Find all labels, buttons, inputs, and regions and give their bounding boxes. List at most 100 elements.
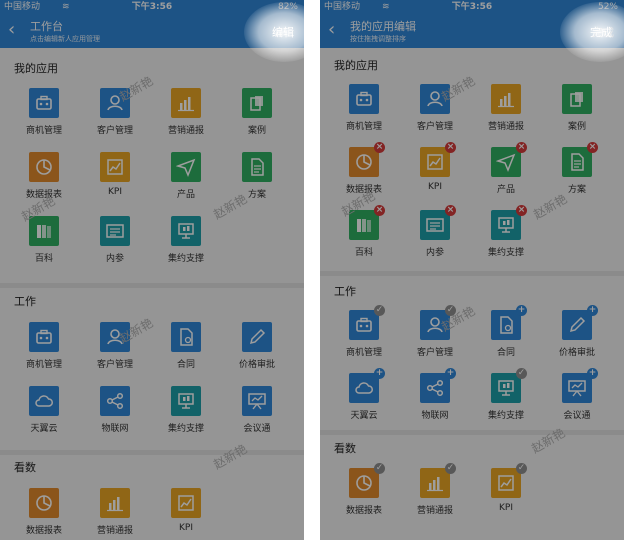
remove-badge-icon[interactable]: × [374,205,385,216]
page-subtitle: 点击编辑新人应用管理 [30,35,100,43]
edit-button-highlight[interactable]: 编辑 [272,24,294,40]
briefcase-icon [29,88,59,118]
section-title: 我的应用 [14,62,58,75]
added-check-icon: ✓ [374,463,385,474]
app-item[interactable]: 案例 [543,84,611,142]
app-item[interactable]: + 物联网 [401,368,469,431]
pen-icon [242,322,272,352]
watermark-text: 赵新艳 [211,441,250,472]
app-item[interactable]: × 集约支撑 [472,205,540,268]
contract-icon [491,310,521,340]
app-label: 集约支撑 [487,248,524,258]
app-item[interactable]: × 内参 [401,205,469,268]
bar-chart-icon [171,88,201,118]
contract-icon [171,322,201,352]
app-item[interactable]: ✓ 数据报表 [330,463,398,526]
pie-chart-icon [29,488,59,518]
section-title: 我的应用 [334,59,378,72]
support-icon [491,373,521,403]
app-item[interactable]: + 合同 [472,305,540,368]
done-button-highlight[interactable]: 完成 [590,24,612,40]
share-icon [420,373,450,403]
add-badge-icon[interactable]: + [587,368,598,379]
document-icon [242,152,272,182]
add-badge-icon[interactable]: + [374,368,385,379]
app-item[interactable]: 案例 [223,88,291,146]
app-item[interactable]: KPI [152,488,220,540]
app-item[interactable]: 内参 [81,216,149,274]
app-item[interactable]: 集约支撑 [152,216,220,274]
app-item[interactable]: ✓ 集约支撑 [472,368,540,431]
bar-chart-icon [100,488,130,518]
app-item[interactable]: × KPI [401,142,469,205]
kpi-icon [100,152,130,182]
app-item[interactable]: ✓ KPI [472,463,540,526]
app-item[interactable]: 价格审批 [223,322,291,380]
share-icon [100,386,130,416]
kpi-icon [171,488,201,518]
app-label: 案例 [567,122,586,132]
remove-badge-icon[interactable]: × [516,142,527,153]
app-item[interactable]: + 会议通 [543,368,611,431]
app-item[interactable]: 集约支撑 [152,386,220,444]
add-badge-icon[interactable]: + [587,305,598,316]
remove-badge-icon[interactable]: × [374,142,385,153]
remove-badge-icon[interactable]: × [445,205,456,216]
app-item[interactable]: 物联网 [81,386,149,444]
added-check-icon: ✓ [516,368,527,379]
remove-badge-icon[interactable]: × [587,142,598,153]
presentation-icon [242,386,272,416]
app-item[interactable]: 百科 [10,216,78,274]
app-item[interactable]: × 百科 [330,205,398,268]
kpi-icon [491,468,521,498]
phone-screen-workbench: 中国移动 ≋ 下午3:56 82% ‹ 工作台 点击编辑新人应用管理 编辑 我的… [0,0,304,540]
kpi-icon [420,147,450,177]
send-icon [171,152,201,182]
app-label: 集约支撑 [167,254,204,264]
app-item[interactable]: 营销通报 [472,84,540,142]
app-label: 案例 [247,126,266,136]
briefcase-icon [349,310,379,340]
app-item[interactable]: 合同 [152,322,220,380]
case-icon [242,88,272,118]
section-divider [320,271,624,276]
briefcase-icon [349,84,379,114]
app-item[interactable]: ✓ 商机管理 [330,305,398,368]
app-item[interactable]: 产品 [152,152,220,210]
app-label: KPI [499,503,513,513]
app-item[interactable]: 数据报表 [10,488,78,540]
pie-chart-icon [29,152,59,182]
app-item[interactable]: × 产品 [472,142,540,205]
app-label: KPI [179,523,193,533]
added-check-icon: ✓ [445,463,456,474]
app-item[interactable]: 商机管理 [330,84,398,142]
app-item[interactable]: + 价格审批 [543,305,611,368]
briefcase-icon [29,322,59,352]
app-item[interactable]: 营销通报 [152,88,220,146]
app-item[interactable]: 营销通报 [81,488,149,540]
remove-badge-icon[interactable]: × [516,205,527,216]
back-arrow-icon[interactable]: ‹ [8,19,15,41]
presentation-icon [562,373,592,403]
app-item[interactable]: 会议通 [223,386,291,444]
app-item[interactable]: 商机管理 [10,88,78,146]
bar-chart-icon [491,84,521,114]
support-icon [491,210,521,240]
add-badge-icon[interactable]: + [445,368,456,379]
app-item[interactable]: ✓ 营销通报 [401,463,469,526]
app-item[interactable]: KPI [81,152,149,210]
remove-badge-icon[interactable]: × [445,142,456,153]
app-item[interactable]: 天翼云 [10,386,78,444]
add-badge-icon[interactable]: + [516,305,527,316]
send-icon [491,147,521,177]
app-label: 方案 [567,185,586,195]
section-divider [0,450,304,455]
phone-screen-edit-apps: 中国移动 ≋ 下午3:56 52% ‹ 我的应用编辑 按住拖拽调整排序 完成 我… [320,0,624,540]
app-item[interactable]: 商机管理 [10,322,78,380]
back-arrow-icon[interactable]: ‹ [328,19,335,41]
cloud-icon [29,386,59,416]
added-check-icon: ✓ [374,305,385,316]
app-label: 会议通 [563,411,591,421]
app-item[interactable]: + 天翼云 [330,368,398,431]
document-icon [562,147,592,177]
